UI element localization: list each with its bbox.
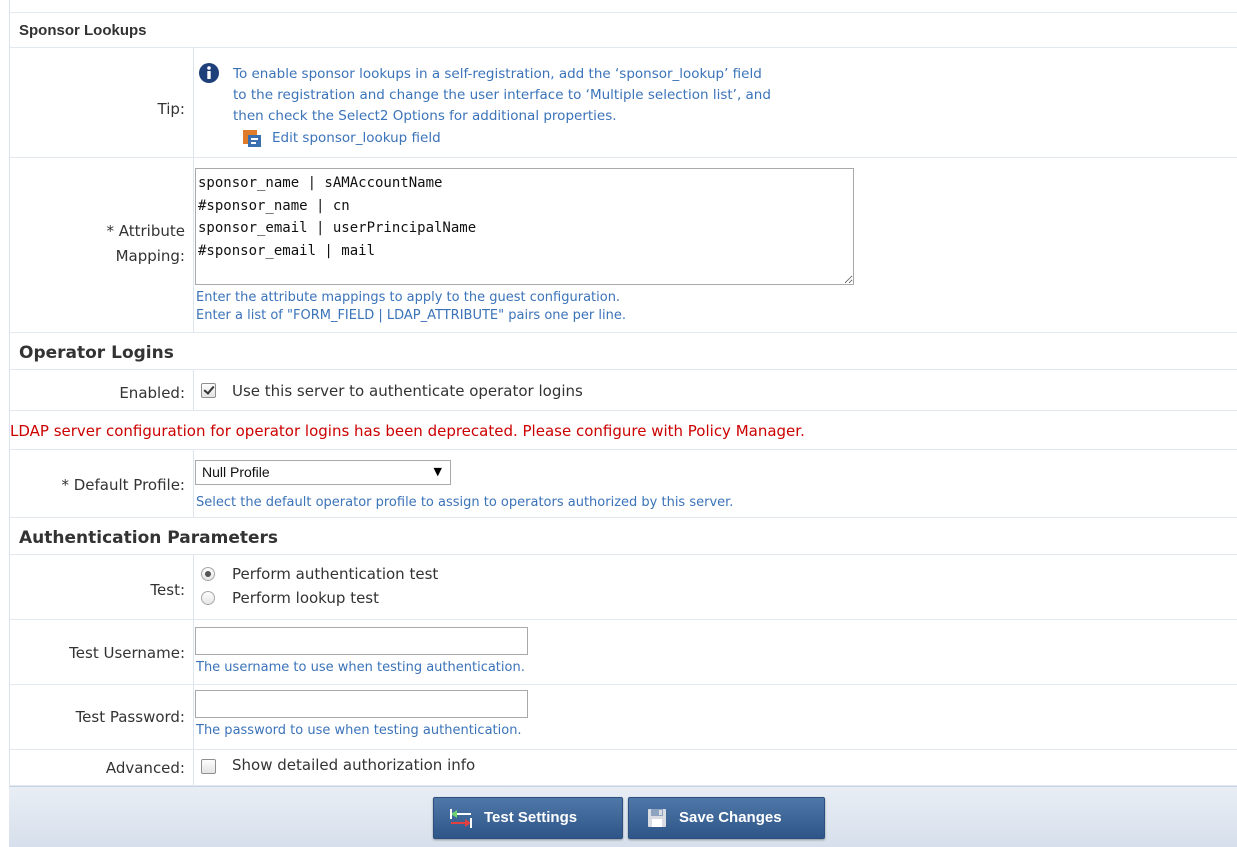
deprecation-warning: LDAP server configuration for operator l… [10,422,805,440]
attribute-mapping-hint: Enter the attribute mappings to apply to… [196,290,626,323]
authentication-parameters-header: Authentication Parameters [9,518,1237,555]
test-settings-icon [450,809,472,828]
chevron-down-icon: ▼ [433,465,442,478]
test-password-input[interactable] [195,690,528,718]
default-profile-label: * Default Profile: [61,476,185,494]
tip-line: then check the Select2 Options for addit… [233,108,617,124]
enabled-checkbox[interactable] [201,383,216,398]
tip-line: to the registration and change the user … [233,87,771,103]
lookup-test-text: Perform lookup test [232,589,379,607]
tip-label: Tip: [157,100,185,118]
enabled-text: Use this server to authenticate operator… [232,382,583,400]
default-profile-select[interactable]: Null Profile ▼ [195,460,451,485]
attribute-mapping-textarea[interactable]: sponsor_name | sAMAccountName #sponsor_n… [195,168,854,285]
tip-text: To enable sponsor lookups in a self-regi… [233,64,771,127]
attribute-mapping-label: * Attribute Mapping: [106,222,185,265]
advanced-row: Advanced: Show detailed authorization in… [9,750,1237,786]
section-title: Operator Logins [19,343,174,363]
test-password-hint: The password to use when testing authent… [196,723,522,738]
enabled-row: Enabled: Use this server to authenticate… [9,370,1237,411]
default-profile-hint: Select the default operator profile to a… [196,495,734,510]
test-label: Test: [150,581,185,599]
deprecation-row: LDAP server configuration for operator l… [9,411,1237,450]
test-settings-label: Test Settings [484,809,578,826]
advanced-checkbox[interactable] [201,759,216,774]
test-settings-button[interactable]: Test Settings [433,797,623,839]
footer-button-bar: Test Settings Save Changes [9,786,1237,847]
edit-field-icon [243,130,261,147]
authentication-test-text: Perform authentication test [232,565,439,583]
lookup-test-radio[interactable] [201,591,215,605]
enabled-label: Enabled: [119,384,185,402]
test-username-hint: The username to use when testing authent… [196,660,525,675]
default-profile-value: Null Profile [202,464,270,480]
sponsor-lookups-header: Sponsor Lookups [9,12,1237,48]
section-title: Sponsor Lookups [19,22,147,39]
test-username-row: Test Username: The username to use when … [9,620,1237,685]
section-title: Authentication Parameters [19,528,279,548]
advanced-text: Show detailed authorization info [232,756,476,774]
info-icon [199,63,219,83]
save-icon [648,809,666,827]
test-password-row: Test Password: The password to use when … [9,685,1237,750]
tip-row: Tip: To enable sponsor lookups in a self… [9,47,1237,158]
test-row: Test: Perform authentication test Perfor… [9,555,1237,620]
attribute-mapping-row: * Attribute Mapping: sponsor_name | sAMA… [9,157,1237,333]
default-profile-row: * Default Profile: Null Profile ▼ Select… [9,450,1237,518]
edit-link-text: Edit sponsor_lookup field [272,130,441,146]
authentication-test-radio[interactable] [201,567,215,581]
save-changes-label: Save Changes [679,809,782,826]
save-changes-button[interactable]: Save Changes [628,797,825,839]
test-username-label: Test Username: [69,644,185,662]
test-username-input[interactable] [195,627,528,655]
test-password-label: Test Password: [75,708,185,726]
tip-line: To enable sponsor lookups in a self-regi… [233,66,762,82]
advanced-label: Advanced: [105,759,185,777]
operator-logins-header: Operator Logins [9,333,1237,370]
